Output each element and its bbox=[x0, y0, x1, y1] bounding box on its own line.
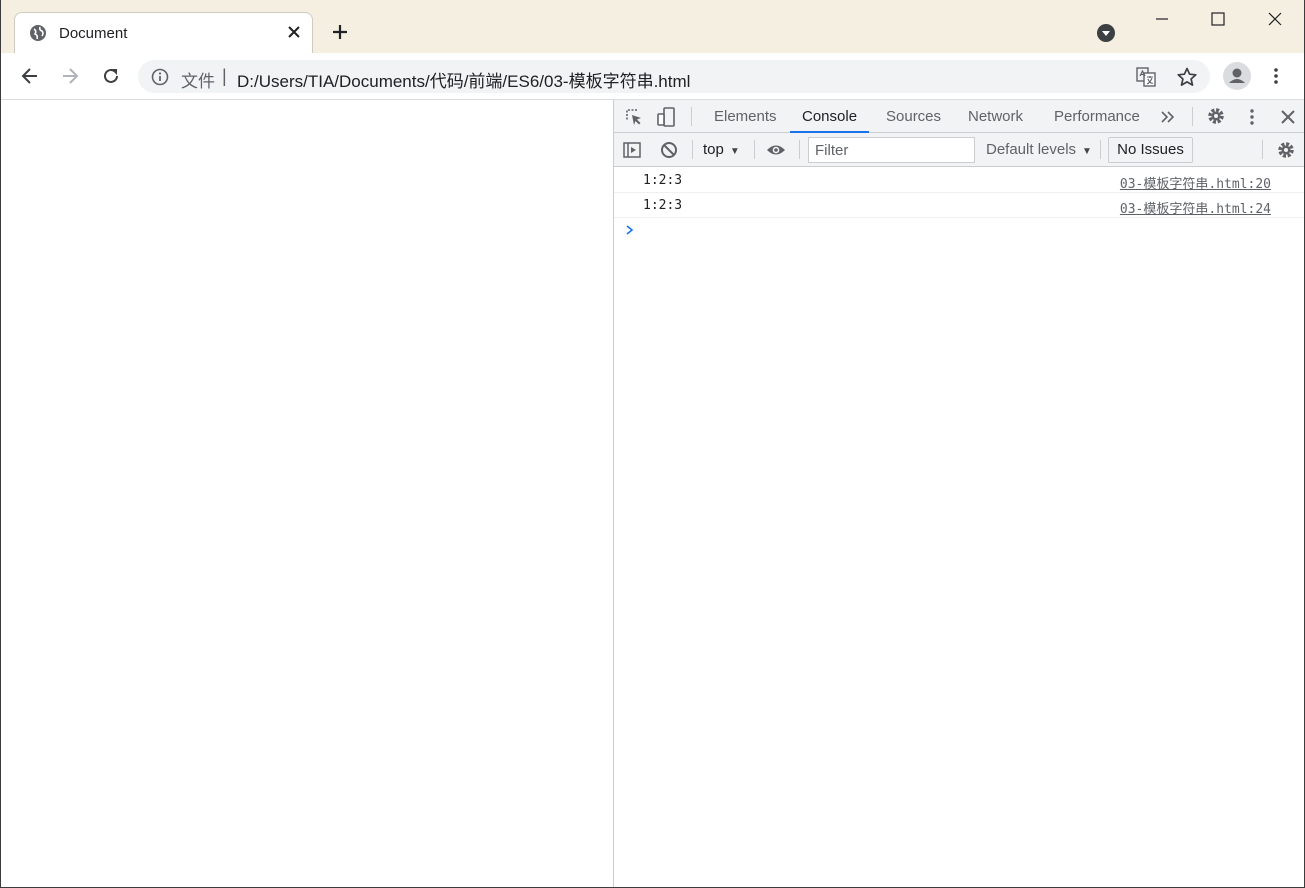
device-toggle-icon[interactable] bbox=[656, 107, 676, 127]
tab-console[interactable]: Console bbox=[790, 100, 870, 133]
list-item: 1:2:3 03-模板字符串.html:24 bbox=[614, 193, 1304, 218]
maximize-icon[interactable] bbox=[1207, 8, 1229, 30]
gear-icon[interactable] bbox=[1206, 106, 1226, 126]
close-icon[interactable] bbox=[286, 24, 302, 40]
dropdown-arrow-icon: ▼ bbox=[1082, 146, 1092, 157]
toolbar-divider bbox=[754, 140, 755, 159]
browser-window: Document 文件 | D:/Users/TIA/Documents/代码/… bbox=[0, 0, 1305, 888]
devtools-tabbar: Elements Console Sources Network Perform… bbox=[614, 100, 1304, 133]
page-viewport bbox=[1, 100, 613, 887]
star-icon[interactable] bbox=[1176, 66, 1198, 88]
minimize-icon[interactable] bbox=[1151, 8, 1173, 30]
browser-toolbar: 文件 | D:/Users/TIA/Documents/代码/前端/ES6/03… bbox=[1, 53, 1304, 100]
more-tabs-icon[interactable] bbox=[1158, 107, 1178, 127]
issues-button[interactable]: No Issues bbox=[1108, 137, 1193, 163]
gear-icon[interactable] bbox=[1276, 140, 1296, 160]
context-selector[interactable]: top ▼ bbox=[703, 141, 740, 158]
log-source-link[interactable]: 03-模板字符串.html:24 bbox=[1120, 198, 1271, 217]
reload-icon[interactable] bbox=[100, 65, 122, 87]
window-close-icon[interactable] bbox=[1264, 8, 1286, 30]
context-value: top bbox=[703, 141, 724, 158]
list-item: 1:2:3 03-模板字符串.html:20 bbox=[614, 168, 1304, 193]
kebab-menu-icon[interactable] bbox=[1266, 66, 1286, 86]
log-message: 1:2:3 bbox=[643, 198, 683, 213]
toolbar-divider bbox=[692, 140, 693, 159]
scheme-label: 文件 bbox=[181, 72, 215, 91]
inspect-icon[interactable] bbox=[624, 107, 644, 127]
console-output: 1:2:3 03-模板字符串.html:20 1:2:3 03-模板字符串.ht… bbox=[614, 167, 1304, 887]
forward-arrow-icon[interactable] bbox=[59, 65, 81, 87]
tab-title: Document bbox=[59, 25, 128, 42]
log-levels-dropdown[interactable]: Default levels ▼ bbox=[986, 141, 1092, 158]
tab-sources[interactable]: Sources bbox=[874, 100, 953, 133]
scheme-separator: | bbox=[222, 66, 227, 86]
back-arrow-icon[interactable] bbox=[19, 65, 41, 87]
eye-icon[interactable] bbox=[766, 140, 786, 160]
toolbar-divider bbox=[1192, 107, 1193, 126]
close-icon[interactable] bbox=[1278, 107, 1298, 127]
plus-icon[interactable] bbox=[330, 22, 350, 42]
console-toolbar: top ▼ Default levels ▼ No Issues bbox=[614, 133, 1304, 167]
log-levels-label: Default levels bbox=[986, 141, 1077, 158]
toolbar-divider bbox=[1262, 140, 1263, 159]
dropdown-arrow-icon: ▼ bbox=[729, 146, 740, 157]
profile-icon bbox=[1229, 68, 1245, 83]
log-source-link[interactable]: 03-模板字符串.html:20 bbox=[1120, 173, 1271, 192]
filter-input[interactable] bbox=[808, 137, 975, 163]
tab-elements[interactable]: Elements bbox=[702, 100, 789, 133]
clear-icon[interactable] bbox=[659, 140, 679, 160]
chevron-right-icon[interactable] bbox=[624, 224, 636, 236]
log-message: 1:2:3 bbox=[643, 173, 683, 188]
toolbar-divider bbox=[799, 140, 800, 159]
address-bar[interactable]: 文件 | D:/Users/TIA/Documents/代码/前端/ES6/03… bbox=[138, 60, 1210, 93]
title-bar: Document bbox=[1, 0, 1304, 54]
toolbar-divider bbox=[1100, 140, 1101, 159]
info-icon[interactable] bbox=[151, 68, 169, 86]
tab-network[interactable]: Network bbox=[956, 100, 1035, 133]
url-text[interactable]: D:/Users/TIA/Documents/代码/前端/ES6/03-模板字符… bbox=[237, 67, 690, 92]
tab-search-icon[interactable] bbox=[1096, 23, 1116, 43]
tab-performance[interactable]: Performance bbox=[1042, 100, 1152, 133]
globe-icon bbox=[30, 25, 46, 41]
sidebar-icon[interactable] bbox=[622, 140, 642, 160]
browser-tab[interactable]: Document bbox=[14, 12, 313, 54]
toolbar-divider bbox=[691, 107, 692, 126]
devtools-panel: Elements Console Sources Network Perform… bbox=[613, 100, 1304, 887]
translate-icon[interactable] bbox=[1135, 66, 1157, 88]
avatar[interactable] bbox=[1223, 62, 1251, 90]
kebab-menu-icon[interactable] bbox=[1242, 107, 1262, 127]
